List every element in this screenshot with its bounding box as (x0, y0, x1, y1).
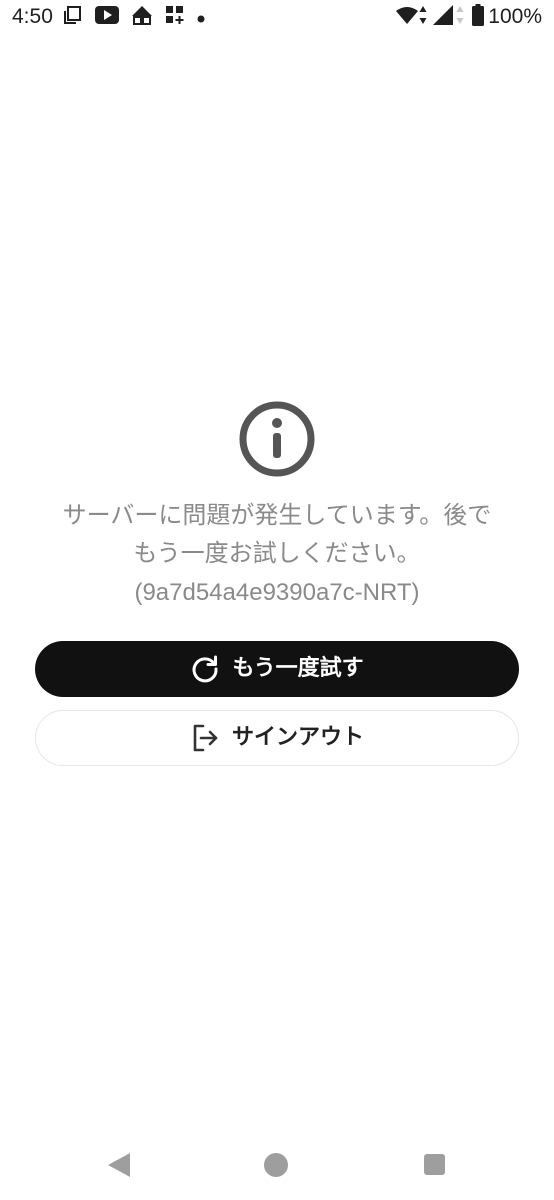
battery-icon (472, 4, 485, 30)
secondary-arrows-icon (456, 5, 464, 29)
error-message-line1: サーバーに問題が発生しています。後で (62, 501, 492, 529)
back-icon[interactable] (106, 1152, 132, 1178)
home-icon[interactable] (264, 1153, 288, 1177)
data-arrows-icon (419, 5, 427, 29)
signal-icon (433, 5, 454, 29)
info-icon (238, 400, 316, 478)
error-message-line2: もう一度お試しください。 (133, 539, 421, 567)
copy-icon (63, 5, 83, 29)
wifi-icon (396, 6, 419, 28)
tent-icon (131, 5, 153, 29)
status-left-icons (63, 6, 217, 28)
battery-percent: 100% (488, 5, 542, 28)
screen: 4:50 100% サーバーに問題が発生しています。後で もう一度お試しください… (0, 0, 554, 1200)
logout-icon (190, 723, 220, 753)
signout-button[interactable]: サインアウト (35, 710, 519, 766)
refresh-icon (190, 654, 220, 684)
nav-bar (0, 1140, 554, 1190)
retry-button-label: もう一度試す (232, 656, 364, 681)
dot-icon (197, 8, 205, 27)
status-right: 100% (390, 4, 542, 30)
widgets-icon (165, 5, 185, 29)
recents-icon[interactable] (424, 1154, 445, 1175)
youtube-icon (95, 6, 119, 28)
signout-button-label: サインアウト (231, 725, 364, 750)
status-bar: 4:50 100% (0, 0, 554, 34)
error-message: サーバーに問題が発生しています。後で もう一度お試しください。 (30, 496, 524, 572)
status-time: 4:50 (12, 5, 53, 28)
retry-button[interactable]: もう一度試す (35, 641, 519, 697)
error-code: (9a7d54a4e9390a7c-NRT) (134, 579, 420, 606)
